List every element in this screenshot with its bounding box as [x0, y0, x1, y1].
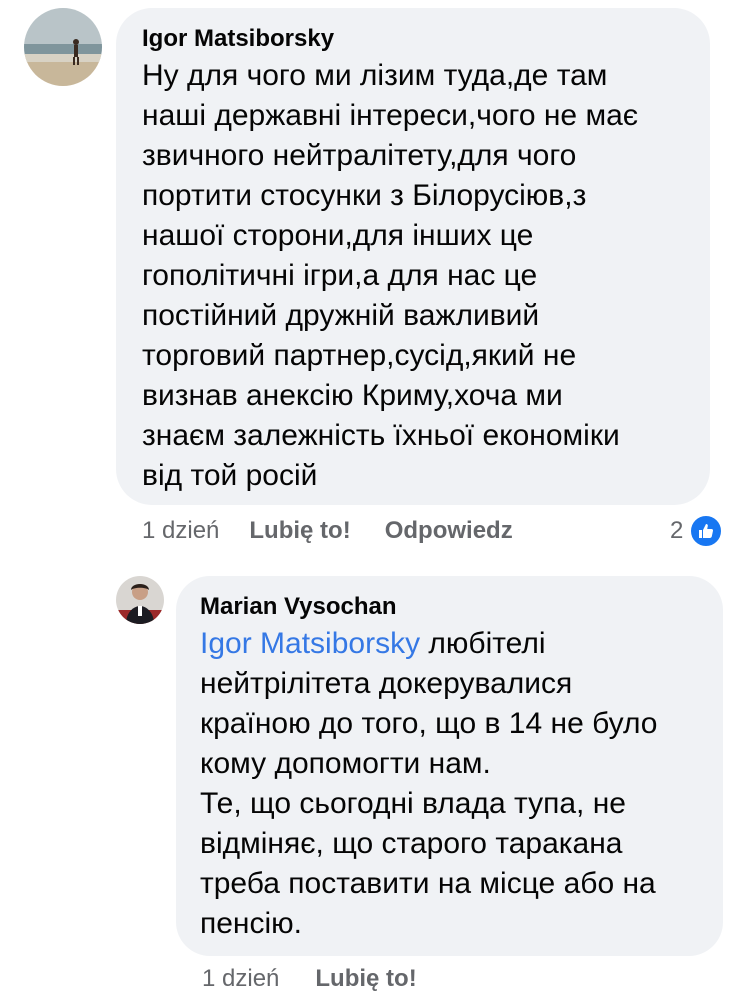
comment-actions: 1 dzień Lubię to! Odpowiedz [142, 516, 513, 546]
like-button[interactable]: Lubię to! [315, 965, 416, 992]
like-icon [689, 514, 724, 548]
avatar[interactable] [24, 8, 102, 86]
comment-author[interactable]: Igor Matsiborsky [142, 24, 684, 54]
comment-actions: 1 dzień Lubię to! [202, 964, 417, 994]
reply-button[interactable]: Odpowiedz [385, 517, 513, 544]
comment-text-body: любітелі нейтрілітета докерувалися країн… [200, 627, 658, 940]
reaction-count: 2 [670, 517, 684, 544]
comment-bubble: Marian Vysochan Igor Matsiborsky любітел… [176, 576, 723, 956]
comment-timestamp[interactable]: 1 dzień [142, 517, 219, 544]
like-button[interactable]: Lubię to! [249, 517, 350, 544]
comment-text: Ну для чого ми лізим туда,де там наші де… [142, 59, 639, 492]
comment-author[interactable]: Marian Vysochan [200, 592, 699, 622]
person-photo-avatar [116, 576, 164, 624]
reaction-summary[interactable]: 2 [670, 514, 724, 548]
avatar[interactable] [116, 576, 164, 624]
mention-link[interactable]: Igor Matsiborsky [200, 627, 420, 660]
beach-photo-avatar [24, 8, 102, 86]
comment-bubble: Igor Matsiborsky Ну для чого ми лізим ту… [116, 8, 710, 505]
comment-timestamp[interactable]: 1 dzień [202, 965, 279, 992]
comment-text: Igor Matsiborsky любітелі нейтрілітета д… [200, 624, 699, 944]
